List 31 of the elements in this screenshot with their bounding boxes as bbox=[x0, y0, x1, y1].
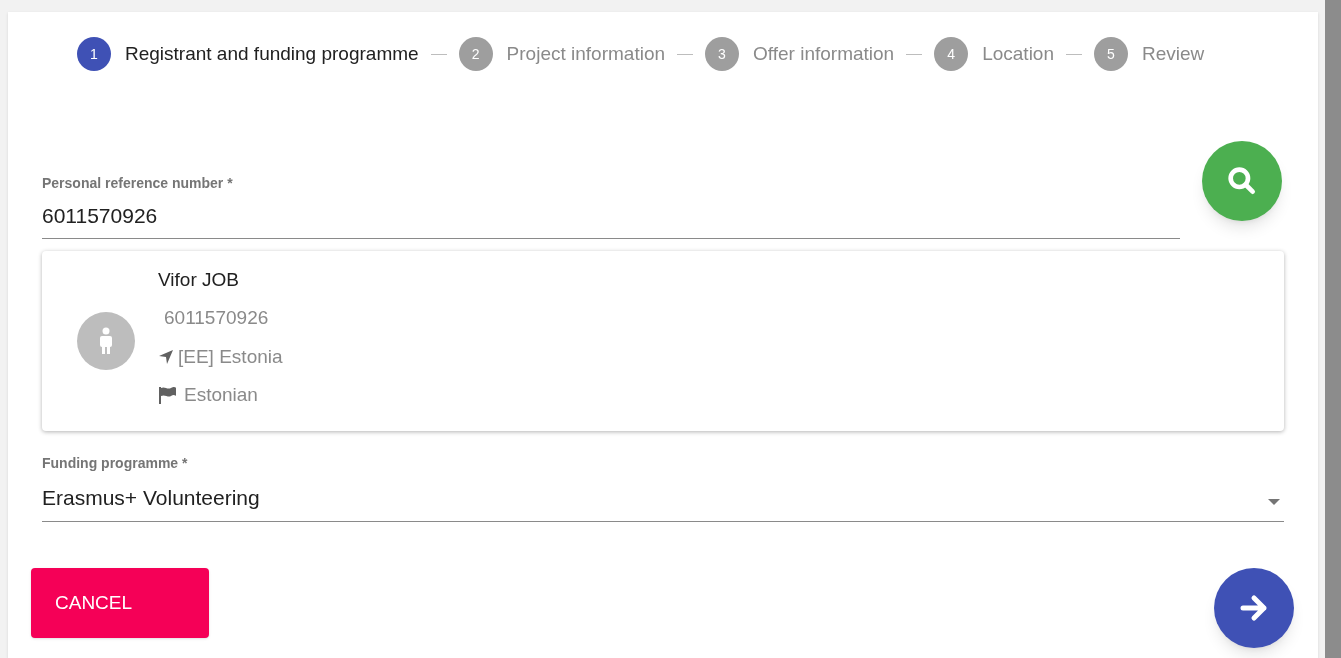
person-language: Estonian bbox=[184, 383, 258, 407]
step-number: 3 bbox=[705, 37, 739, 71]
reference-field[interactable]: Personal reference number * 6011570926 bbox=[42, 173, 1180, 239]
cancel-button[interactable]: CANCEL bbox=[31, 568, 209, 638]
step-label: Review bbox=[1142, 41, 1205, 66]
step-label: Project information bbox=[506, 41, 665, 66]
step-number: 4 bbox=[934, 37, 969, 71]
step[interactable]: 1 Registrant and funding programme bbox=[77, 37, 419, 71]
step[interactable]: 3 Offer information bbox=[705, 37, 895, 71]
field-label: Funding programme * bbox=[42, 453, 189, 473]
search-icon bbox=[1226, 165, 1258, 197]
funding-select[interactable]: Funding programme * Erasmus+ Volunteering bbox=[42, 452, 1284, 522]
step-label: Location bbox=[982, 41, 1054, 66]
arrow-right-icon bbox=[1239, 594, 1269, 622]
step[interactable]: 4 Location bbox=[934, 37, 1054, 71]
step[interactable]: 5 Review bbox=[1094, 37, 1205, 71]
person-name: Vifor JOB bbox=[158, 267, 240, 292]
step-label: Registrant and funding programme bbox=[125, 41, 419, 66]
person-number: 6011570926 bbox=[163, 306, 270, 330]
step[interactable]: 2 Project information bbox=[458, 37, 665, 71]
dropdown-caret-icon bbox=[1268, 499, 1280, 505]
step-number: 1 bbox=[77, 37, 111, 71]
field-label: Personal reference number * bbox=[42, 174, 234, 193]
flag-icon bbox=[158, 386, 178, 405]
location-arrow-icon bbox=[158, 348, 174, 365]
field-value: Erasmus+ Volunteering bbox=[42, 484, 260, 511]
step-number: 5 bbox=[1094, 37, 1128, 71]
field-value: 6011570926 bbox=[42, 203, 159, 229]
step-number: 2 bbox=[458, 37, 493, 71]
step-label: Offer information bbox=[753, 41, 895, 66]
person-country: [EE] Estonia bbox=[178, 344, 283, 369]
